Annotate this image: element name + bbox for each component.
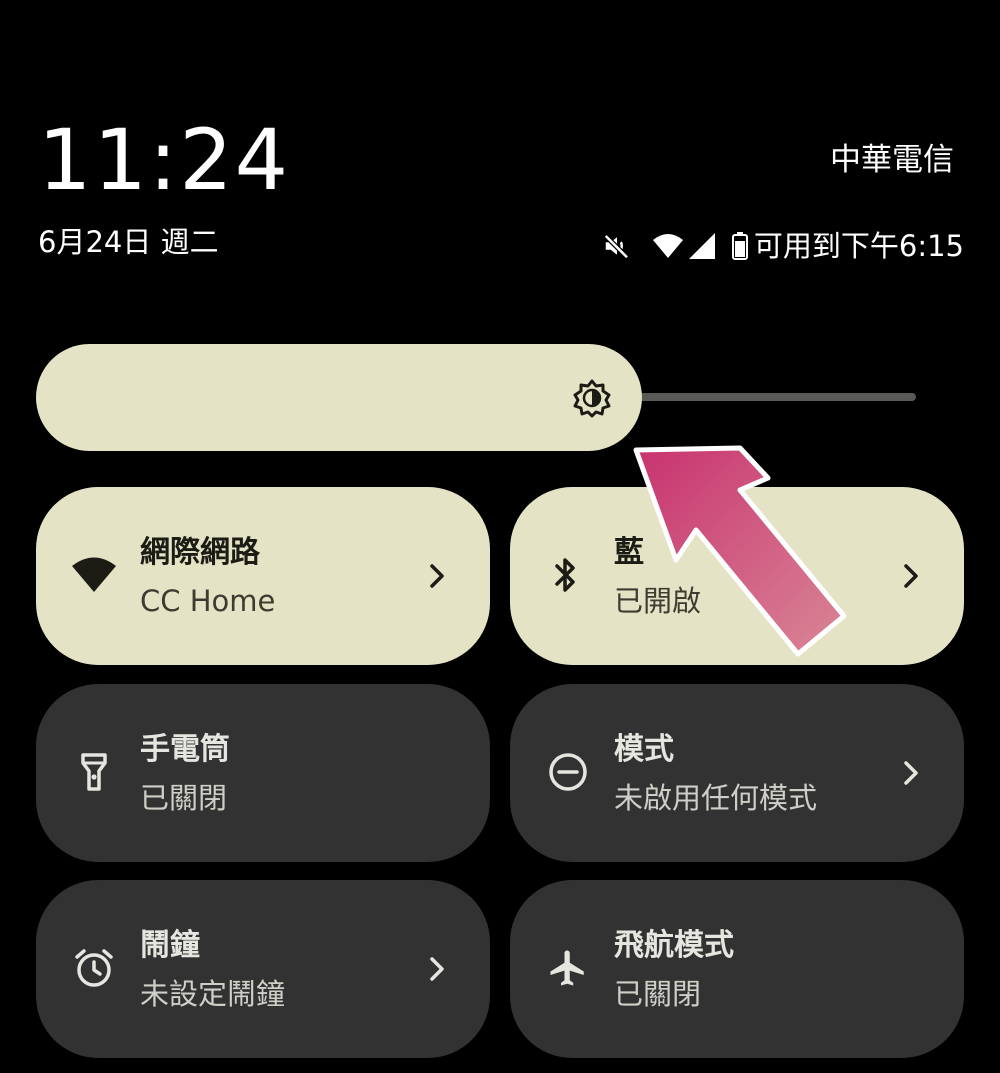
tile-subtitle: 已關閉 bbox=[614, 977, 702, 1011]
tile-subtitle: 未設定鬧鐘 bbox=[140, 977, 286, 1011]
mute-icon bbox=[602, 231, 632, 261]
bluetooth-icon bbox=[542, 551, 590, 599]
airplane-icon bbox=[544, 944, 592, 992]
tile-subtitle: CC Home bbox=[140, 584, 276, 618]
chevron-right-icon[interactable] bbox=[420, 952, 454, 986]
tile-internet[interactable]: 網際網路 CC Home bbox=[36, 487, 490, 665]
signal-icon bbox=[688, 232, 716, 260]
brightness-icon bbox=[572, 378, 612, 418]
tile-modes[interactable]: 模式 未啟用任何模式 bbox=[510, 684, 964, 862]
carrier-name: 中華電信 bbox=[830, 142, 954, 178]
battery-estimate: 可用到下午6:15 bbox=[753, 229, 964, 263]
chevron-right-icon[interactable] bbox=[894, 559, 928, 593]
brightness-slider[interactable] bbox=[36, 344, 642, 451]
clock[interactable]: 11:24 bbox=[38, 112, 290, 208]
do-not-disturb-icon bbox=[544, 748, 592, 796]
date[interactable]: 6月24日 週二 bbox=[38, 222, 219, 262]
tile-airplane-mode[interactable]: 飛航模式 已關閉 bbox=[510, 880, 964, 1058]
tile-title: 手電筒 bbox=[140, 732, 230, 767]
tile-alarm[interactable]: 鬧鐘 未設定鬧鐘 bbox=[36, 880, 490, 1058]
chevron-right-icon[interactable] bbox=[894, 756, 928, 790]
tile-title: 模式 bbox=[614, 732, 674, 767]
wifi-icon bbox=[652, 233, 684, 259]
chevron-right-icon[interactable] bbox=[420, 559, 454, 593]
tile-flashlight[interactable]: 手電筒 已關閉 bbox=[36, 684, 490, 862]
tile-subtitle: 未啟用任何模式 bbox=[614, 781, 818, 815]
brightness-slider-track[interactable] bbox=[620, 393, 916, 401]
status-icons: 可用到下午6:15 bbox=[590, 222, 964, 270]
tile-title: 網際網路 bbox=[140, 535, 260, 570]
tile-title: 飛航模式 bbox=[614, 928, 734, 963]
tile-subtitle: 已關閉 bbox=[140, 781, 228, 815]
pointer-arrow-icon bbox=[633, 445, 847, 657]
alarm-icon bbox=[70, 944, 118, 992]
flashlight-icon bbox=[70, 748, 118, 796]
battery-icon bbox=[731, 232, 748, 260]
tile-title: 鬧鐘 bbox=[140, 928, 200, 963]
wifi-icon bbox=[70, 551, 118, 599]
